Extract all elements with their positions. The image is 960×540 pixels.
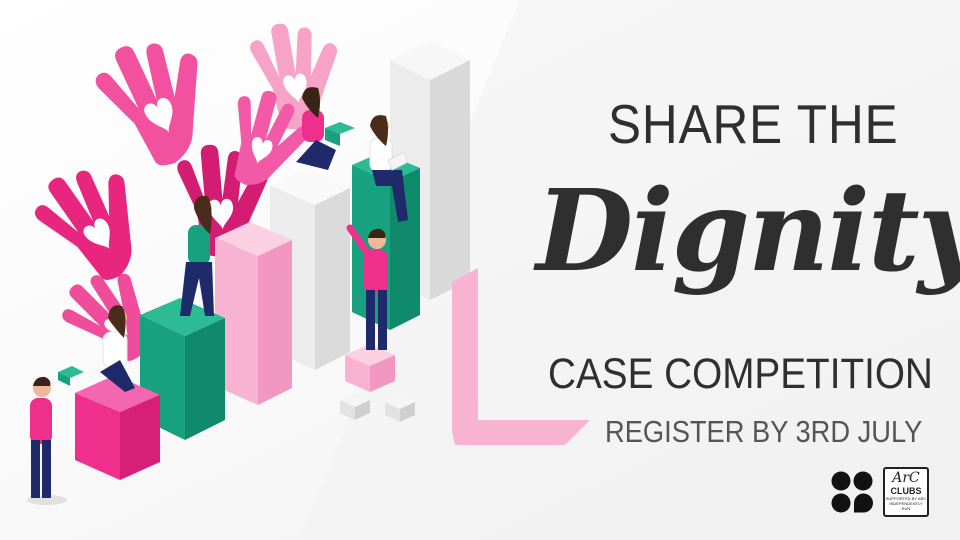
pink-block <box>75 375 160 480</box>
arc-clubs-logo: ArC CLUBS SUPPORTED BY ARC INDEPENDENTLY… <box>883 467 929 517</box>
arc-logo-main: ArC <box>892 470 920 486</box>
headline-share-the: SHARE THE <box>608 93 899 155</box>
headline-dignity: Dignity <box>536 166 960 297</box>
four-dots-logo-icon <box>831 471 873 513</box>
hand-icon <box>24 146 168 296</box>
person-figure <box>180 195 214 316</box>
arc-logo-small: SUPPORTED BY ARC INDEPENDENTLY RUN <box>885 496 927 511</box>
person-figure <box>296 87 355 170</box>
light-pink-block <box>215 222 292 405</box>
register-deadline: REGISTER BY 3RD JULY <box>605 414 923 449</box>
poster: SHARE THE Dignity CASE COMPETITION REGIS… <box>0 0 960 540</box>
headline-case-competition: CASE COMPETITION <box>548 350 933 398</box>
arc-logo-sub: CLUBS <box>890 486 922 496</box>
